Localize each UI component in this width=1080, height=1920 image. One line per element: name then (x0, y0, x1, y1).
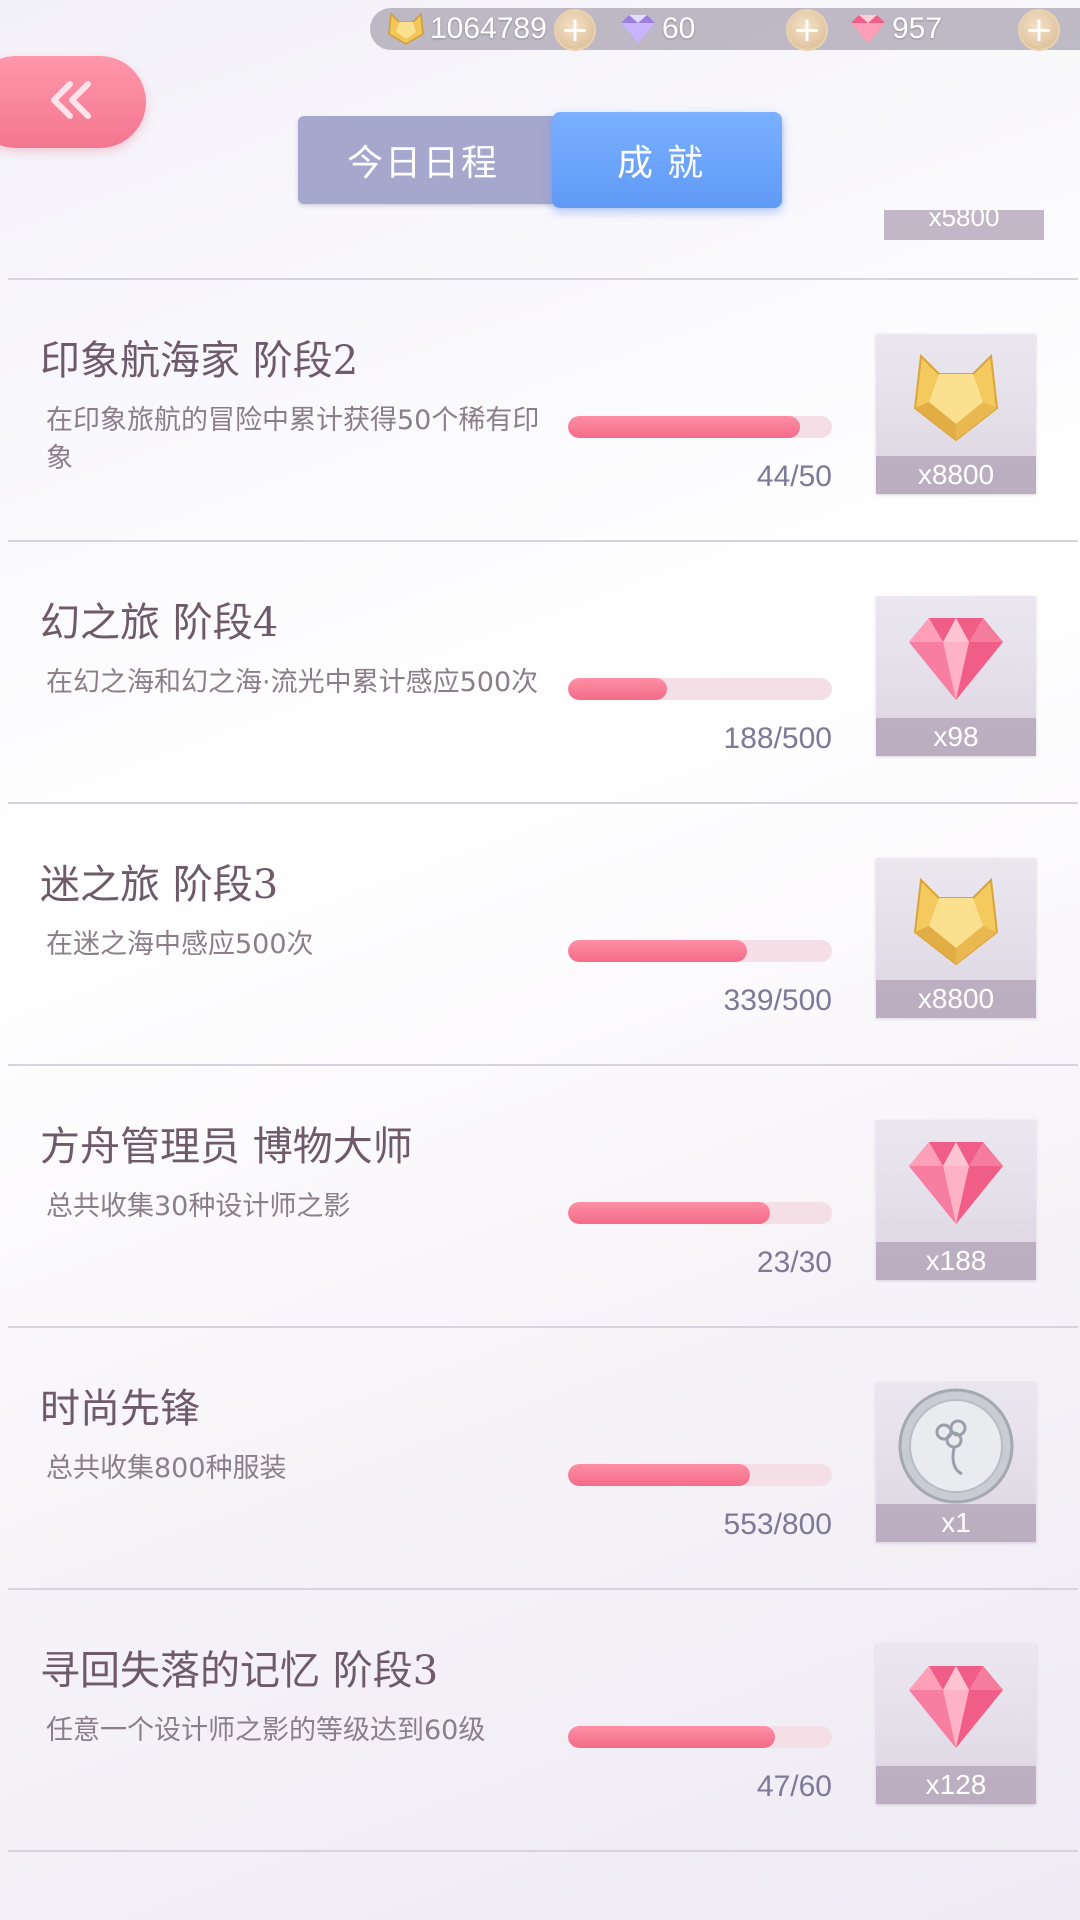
resource-bar: 1064789 + 60 + 957 + (370, 8, 1080, 51)
progress-fill (568, 1464, 751, 1486)
achievement-title: 印象航海家 阶段2 (40, 338, 359, 384)
achievement-desc: 在幻之海和幻之海·流光中累计感应500次 (46, 667, 539, 698)
cat-crystal-icon (386, 9, 426, 49)
pink-diamond-icon (848, 9, 888, 49)
purple-diamond-icon (618, 9, 658, 49)
achievement-title: 幻之旅 阶段4 (40, 600, 279, 646)
achievement-row[interactable]: 寻回失落的记忆 阶段3 任意一个设计师之影的等级达到60级 47/60 x128 (8, 1590, 1078, 1852)
reward-qty: x8800 (876, 456, 1036, 494)
reward-item[interactable]: x8800 (876, 858, 1036, 1018)
reward-item[interactable]: x1 (876, 1382, 1036, 1542)
achievement-title: 寻回失落的记忆 阶段3 (40, 1648, 439, 1694)
progress-bar (568, 678, 832, 700)
progress-count: 47/60 (756, 1770, 832, 1803)
reward-qty: x128 (876, 1766, 1036, 1804)
silver-coin-icon (876, 1382, 1036, 1506)
double-chevron-left-icon (48, 80, 94, 124)
progress-bar (568, 940, 832, 962)
progress-bar (568, 1726, 832, 1748)
progress-count: 188/500 (723, 722, 832, 755)
achievement-desc: 在印象旅航的冒险中累计获得50个稀有印象 (46, 405, 540, 474)
reward-qty: x188 (876, 1242, 1036, 1280)
resource-purple-diamond: 60 (618, 8, 695, 50)
achievement-title: 时尚先锋 (40, 1386, 200, 1432)
progress-count: 23/30 (756, 1246, 832, 1279)
progress-count: 44/50 (756, 460, 832, 493)
achievement-list[interactable]: x5800 印象航海家 阶段2 在印象旅航的冒险中累计获得50个稀有印象 44/… (8, 0, 1078, 1920)
achievement-desc: 任意一个设计师之影的等级达到60级 (46, 1715, 486, 1746)
progress-bar (568, 1202, 832, 1224)
reward-item[interactable]: x188 (876, 1120, 1036, 1280)
achievement-desc: 在迷之海中感应500次 (46, 929, 314, 960)
achievement-desc: 总共收集30种设计师之影 (46, 1191, 351, 1222)
pink-diamond-icon (876, 1120, 1036, 1244)
partial-reward-qty: x5800 (884, 210, 1044, 240)
add-purple-diamond-button[interactable]: + (786, 9, 828, 51)
reward-qty: x98 (876, 718, 1036, 756)
progress-fill (568, 1202, 771, 1224)
progress-bar (568, 1464, 832, 1486)
tab-bar: 今日日程 成就 (298, 112, 782, 208)
achievement-title: 迷之旅 阶段3 (40, 862, 279, 908)
purple-diamond-amount: 60 (662, 12, 696, 45)
pink-diamond-icon (876, 596, 1036, 720)
resource-pink-diamond: 957 (848, 8, 942, 50)
pink-diamond-icon (876, 1644, 1036, 1768)
reward-item[interactable]: x98 (876, 596, 1036, 756)
tab-achievements[interactable]: 成就 (552, 112, 782, 208)
progress-bar (568, 416, 832, 438)
achievement-row[interactable]: 迷之旅 阶段3 在迷之海中感应500次 339/500 x8800 (8, 804, 1078, 1066)
add-gold-button[interactable]: + (554, 9, 596, 51)
gold-cat-crystal-icon (876, 334, 1036, 458)
add-pink-diamond-button[interactable]: + (1018, 9, 1060, 51)
achievement-title: 方舟管理员 博物大师 (40, 1124, 413, 1170)
progress-fill (568, 940, 747, 962)
achievement-row[interactable]: 印象航海家 阶段2 在印象旅航的冒险中累计获得50个稀有印象 44/50 x88… (8, 280, 1078, 542)
back-button[interactable] (0, 56, 146, 148)
tab-today-schedule[interactable]: 今日日程 (298, 116, 548, 204)
pink-diamond-amount: 957 (892, 12, 943, 45)
gold-amount: 1064789 (430, 12, 547, 45)
resource-gold: 1064789 (386, 8, 547, 50)
progress-count: 553/800 (723, 1508, 832, 1541)
progress-fill (568, 678, 668, 700)
reward-item[interactable]: x128 (876, 1644, 1036, 1804)
progress-count: 339/500 (723, 984, 832, 1017)
progress-fill (568, 1726, 775, 1748)
achievement-row[interactable]: 幻之旅 阶段4 在幻之海和幻之海·流光中累计感应500次 188/500 x98 (8, 542, 1078, 804)
achievement-row[interactable]: 时尚先锋 总共收集800种服装 553/800 x1 (8, 1328, 1078, 1590)
reward-item[interactable]: x8800 (876, 334, 1036, 494)
achievement-row[interactable]: 方舟管理员 博物大师 总共收集30种设计师之影 23/30 x188 (8, 1066, 1078, 1328)
divider (8, 1850, 1078, 1852)
reward-qty: x1 (876, 1504, 1036, 1542)
reward-qty: x8800 (876, 980, 1036, 1018)
progress-fill (568, 416, 801, 438)
achievement-desc: 总共收集800种服装 (46, 1453, 287, 1484)
gold-cat-crystal-icon (876, 858, 1036, 982)
